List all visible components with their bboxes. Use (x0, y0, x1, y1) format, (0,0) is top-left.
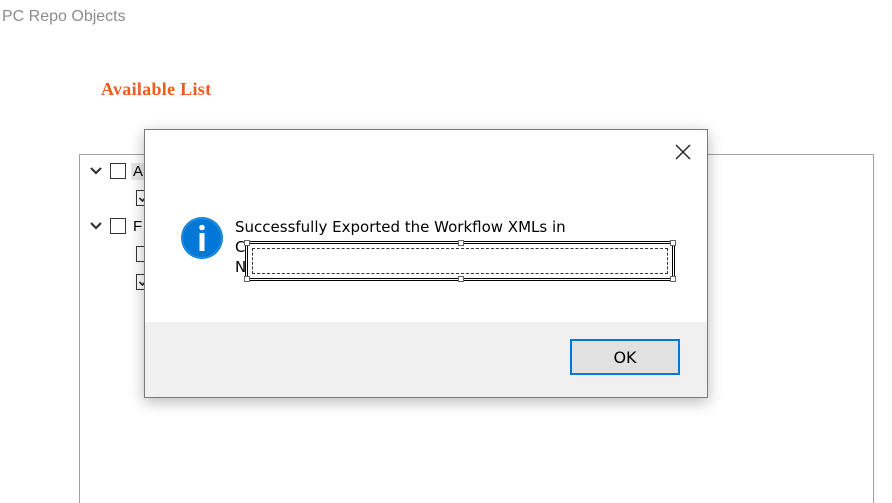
tree-node-label: A (131, 162, 146, 180)
info-icon (180, 216, 224, 260)
available-list-heading: Available List (101, 79, 212, 99)
dialog-footer: OK (145, 322, 707, 397)
export-success-dialog: Successfully Exported the Workflow XMLs … (144, 129, 708, 398)
ok-button[interactable]: OK (570, 339, 680, 375)
chevron-down-icon[interactable] (88, 163, 104, 179)
tree-node-3[interactable]: F (88, 215, 144, 237)
chevron-down-icon[interactable] (88, 218, 104, 234)
tree-node-checkbox[interactable] (110, 218, 126, 234)
window-title: PC Repo Objects (2, 8, 126, 25)
tree-node-label: F (133, 217, 143, 235)
tree-node-1[interactable]: A (88, 160, 146, 182)
tree-node-checkbox[interactable] (110, 163, 126, 179)
redaction-box (244, 240, 676, 282)
app-window: PC Repo Objects Available List A F Succe… (0, 0, 892, 503)
message-line-1: Successfully Exported the Workflow XMLs … (235, 218, 566, 236)
close-icon[interactable] (673, 142, 693, 162)
